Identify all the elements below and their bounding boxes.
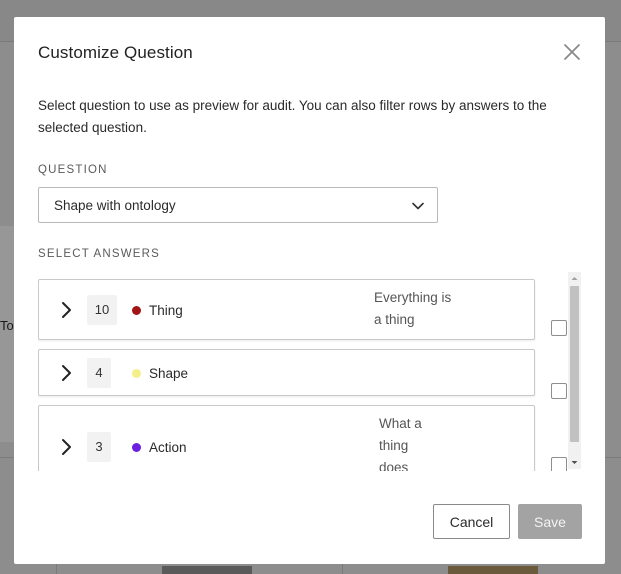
answer-label: Thing [149, 303, 183, 318]
answers-list: 10 Thing Everything is a thing 4 Shape 3… [38, 279, 583, 471]
chevron-right-icon[interactable] [57, 301, 75, 319]
save-button[interactable]: Save [518, 504, 582, 539]
answer-color-dot [132, 369, 141, 378]
answer-description: What a thing does [379, 416, 422, 471]
background-partial-text: To [0, 318, 14, 333]
close-icon [564, 44, 580, 60]
answer-checkbox-action[interactable] [551, 457, 567, 471]
question-select[interactable]: Shape with ontology [38, 187, 438, 223]
background-thumbnail [448, 566, 538, 574]
question-select-value: Shape with ontology [54, 198, 176, 213]
answer-checkbox-shape[interactable] [551, 383, 567, 399]
answer-row-shape: 4 Shape [38, 349, 535, 396]
answer-checkbox-thing[interactable] [551, 320, 567, 336]
close-button[interactable] [561, 41, 583, 63]
answer-row-thing: 10 Thing Everything is a thing [38, 279, 535, 340]
answer-row-action: 3 Action What a thing does [38, 405, 535, 471]
question-label: QUESTION [38, 164, 108, 176]
answer-color-dot [132, 443, 141, 452]
answer-count: 4 [87, 358, 111, 388]
select-answers-label: SELECT ANSWERS [38, 248, 161, 260]
chevron-down-icon [412, 202, 424, 210]
dialog-description: Select question to use as preview for au… [38, 98, 547, 135]
answer-label: Shape [149, 366, 189, 381]
background-thumbnail [162, 566, 252, 574]
answer-color-dot [132, 306, 141, 315]
customize-question-dialog: Customize Question Select question to us… [14, 17, 605, 564]
answer-label: Action [149, 440, 187, 455]
scrollbar-thumb[interactable] [570, 286, 579, 442]
answer-count: 3 [87, 432, 111, 462]
chevron-right-icon[interactable] [57, 364, 75, 382]
dialog-title: Customize Question [38, 43, 193, 62]
cancel-button[interactable]: Cancel [433, 504, 510, 539]
answer-description: Everything is a thing [374, 290, 452, 327]
scroll-down-icon[interactable] [568, 456, 581, 469]
scroll-up-icon[interactable] [568, 272, 581, 285]
chevron-right-icon[interactable] [57, 438, 75, 456]
answers-scrollbar[interactable] [568, 272, 581, 469]
answer-count: 10 [87, 295, 117, 325]
